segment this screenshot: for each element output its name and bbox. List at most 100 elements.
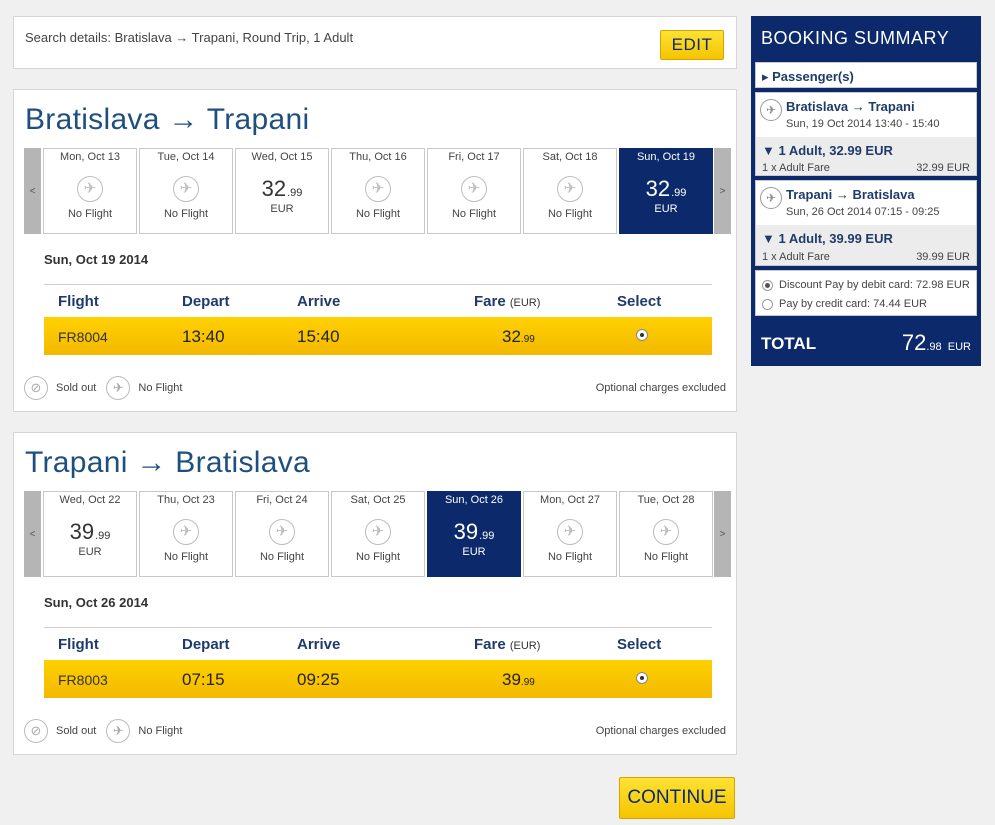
pay-debit-option[interactable]: Discount Pay by debit card: 72.98 EUR (762, 279, 970, 291)
no-flight-status: No Flight (163, 208, 209, 220)
header-fare-label: Fare (474, 293, 506, 310)
search-details-panel: Search details: Bratislava → Trapani, Ro… (13, 16, 737, 69)
plane-icon: ✈ (461, 176, 487, 202)
inbound-summary-route: Trapani → Bratislava (786, 187, 915, 202)
date-label: Mon, Oct 27 (540, 494, 600, 506)
optional-charges-note: Optional charges excluded (595, 725, 726, 737)
payment-options: Discount Pay by debit card: 72.98 EUR Pa… (755, 270, 977, 316)
total-label: TOTAL (761, 334, 817, 353)
date-cell[interactable]: Fri, Oct 17 ✈ No Flight (427, 148, 521, 234)
header-fare: Fare (EUR) (474, 636, 540, 653)
inbound-fare-line: 1 x Adult Fare (762, 251, 830, 263)
outbound-flight-panel: Bratislava → Trapani < > Mon, Oct 13 ✈ No … (13, 89, 737, 412)
depart-time: 13:40 (182, 327, 225, 346)
pay-credit-option[interactable]: Pay by credit card: 74.44 EUR (762, 298, 927, 310)
date-label: Mon, Oct 13 (60, 151, 120, 163)
outbound-summary-route: Bratislava → Trapani (786, 99, 915, 114)
inbound-select-radio[interactable] (636, 672, 648, 684)
date-label: Wed, Oct 22 (59, 494, 121, 506)
booking-summary-title: BOOKING SUMMARY (761, 28, 950, 48)
no-flight-icon: ✈ (106, 376, 131, 400)
inbound-table-header: Flight Depart Arrive Fare (EUR) Select (44, 627, 712, 660)
outbound-select-radio[interactable] (636, 329, 648, 341)
no-flight-status: No Flight (547, 551, 593, 563)
sold-out-label: Sold out (56, 725, 97, 737)
inbound-prev-dates-arrow[interactable]: < (24, 491, 41, 577)
plane-icon: ✈ (557, 176, 583, 202)
date-price: 32.99 (236, 176, 328, 202)
date-label: Thu, Oct 16 (349, 151, 407, 163)
header-arrive: Arrive (297, 293, 341, 310)
date-cell[interactable]: Wed, Oct 22 39.99 EUR (43, 491, 137, 577)
price-int: 39 (69, 519, 95, 544)
price-int: 39 (453, 519, 479, 544)
header-arrive: Arrive (297, 636, 341, 653)
flight-number: FR8003 (58, 672, 108, 688)
fare-int: 39 (502, 670, 521, 689)
date-currency: EUR (270, 203, 294, 215)
date-cell[interactable]: Wed, Oct 15 32.99 EUR (235, 148, 329, 234)
inbound-legend: ⊘ Sold out ✈ No Flight (24, 719, 192, 743)
pay-credit-radio[interactable] (762, 298, 773, 310)
inbound-flight-row[interactable]: FR8003 07:15 09:25 39.99 (44, 660, 712, 698)
date-price: 39.99 (428, 519, 520, 545)
date-cell[interactable]: Tue, Oct 14 ✈ No Flight (139, 148, 233, 234)
date-cell[interactable]: Sun, Oct 19 32.99 EUR (619, 148, 713, 234)
no-flight-status: No Flight (643, 551, 689, 563)
date-label: Fri, Oct 24 (256, 494, 308, 506)
date-cell[interactable]: Thu, Oct 16 ✈ No Flight (331, 148, 425, 234)
passengers-toggle[interactable]: ▸ Passenger(s) (755, 62, 977, 88)
date-currency: EUR (654, 203, 678, 215)
price-cents: .99 (671, 187, 687, 199)
total-currency: EUR (947, 341, 971, 353)
no-flight-status: No Flight (259, 551, 305, 563)
date-cell[interactable]: Tue, Oct 28 ✈ No Flight (619, 491, 713, 577)
date-cell[interactable]: Mon, Oct 13 ✈ No Flight (43, 148, 137, 234)
header-select: Select (617, 293, 662, 310)
header-select: Select (617, 636, 662, 653)
date-cell[interactable]: Sat, Oct 18 ✈ No Flight (523, 148, 617, 234)
inbound-summary: ✈ Trapani → Bratislava Sun, 26 Oct 2014 … (755, 180, 977, 266)
header-depart: Depart (182, 636, 230, 653)
inbound-summary-time: Sun, 26 Oct 2014 07:15 - 09:25 (786, 206, 940, 218)
price-cents: .99 (95, 530, 111, 542)
inbound-fare-block[interactable]: ▼ 1 Adult, 39.99 EUR 1 x Adult Fare 39.9… (756, 225, 976, 265)
date-cell[interactable]: Fri, Oct 24 ✈ No Flight (235, 491, 329, 577)
outbound-route-title: Bratislava → Trapani (25, 103, 310, 136)
inbound-fare-title: ▼ 1 Adult, 39.99 EUR (762, 231, 893, 246)
plane-icon: ✈ (653, 519, 679, 545)
fare-value: 39.99 (502, 670, 535, 690)
no-flight-status: No Flight (547, 208, 593, 220)
optional-charges-note: Optional charges excluded (595, 382, 726, 394)
continue-button[interactable]: CONTINUE (619, 777, 735, 819)
date-cell[interactable]: Sat, Oct 25 ✈ No Flight (331, 491, 425, 577)
pay-credit-label: Pay by credit card: 74.44 EUR (779, 298, 927, 310)
no-flight-status: No Flight (355, 551, 401, 563)
outbound-fare-title: ▼ 1 Adult, 32.99 EUR (762, 143, 893, 158)
header-flight: Flight (58, 293, 99, 310)
date-cell[interactable]: Thu, Oct 23 ✈ No Flight (139, 491, 233, 577)
sold-out-label: Sold out (56, 382, 97, 394)
date-cell[interactable]: Sun, Oct 26 39.99 EUR (427, 491, 521, 577)
header-flight: Flight (58, 636, 99, 653)
date-cell[interactable]: Mon, Oct 27 ✈ No Flight (523, 491, 617, 577)
inbound-date-strip: < > Wed, Oct 22 39.99 EUR Thu, Oct 23 ✈ No Fl… (24, 491, 731, 577)
date-label: Sat, Oct 18 (542, 151, 598, 163)
pay-debit-radio[interactable] (762, 279, 773, 291)
outbound-fare-block[interactable]: ▼ 1 Adult, 32.99 EUR 1 x Adult Fare 32.9… (756, 137, 976, 175)
outbound-flight-row[interactable]: FR8004 13:40 15:40 32.99 (44, 317, 712, 355)
no-flight-status: No Flight (451, 208, 497, 220)
outbound-prev-dates-arrow[interactable]: < (24, 148, 41, 234)
outbound-table-header: Flight Depart Arrive Fare (EUR) Select (44, 284, 712, 317)
fare-int: 32 (502, 327, 521, 346)
outbound-next-dates-arrow[interactable]: > (714, 148, 731, 234)
no-flight-status: No Flight (163, 551, 209, 563)
date-label: Sun, Oct 26 (444, 494, 504, 506)
inbound-next-dates-arrow[interactable]: > (714, 491, 731, 577)
outbound-selected-date: Sun, Oct 19 2014 (44, 252, 149, 267)
outbound-date-strip: < > Mon, Oct 13 ✈ No Flight Tue, Oct 14 ✈ No … (24, 148, 731, 234)
date-currency: EUR (462, 546, 486, 558)
edit-search-button[interactable]: EDIT (660, 30, 724, 60)
no-flight-status: No Flight (67, 208, 113, 220)
date-currency: EUR (78, 546, 102, 558)
